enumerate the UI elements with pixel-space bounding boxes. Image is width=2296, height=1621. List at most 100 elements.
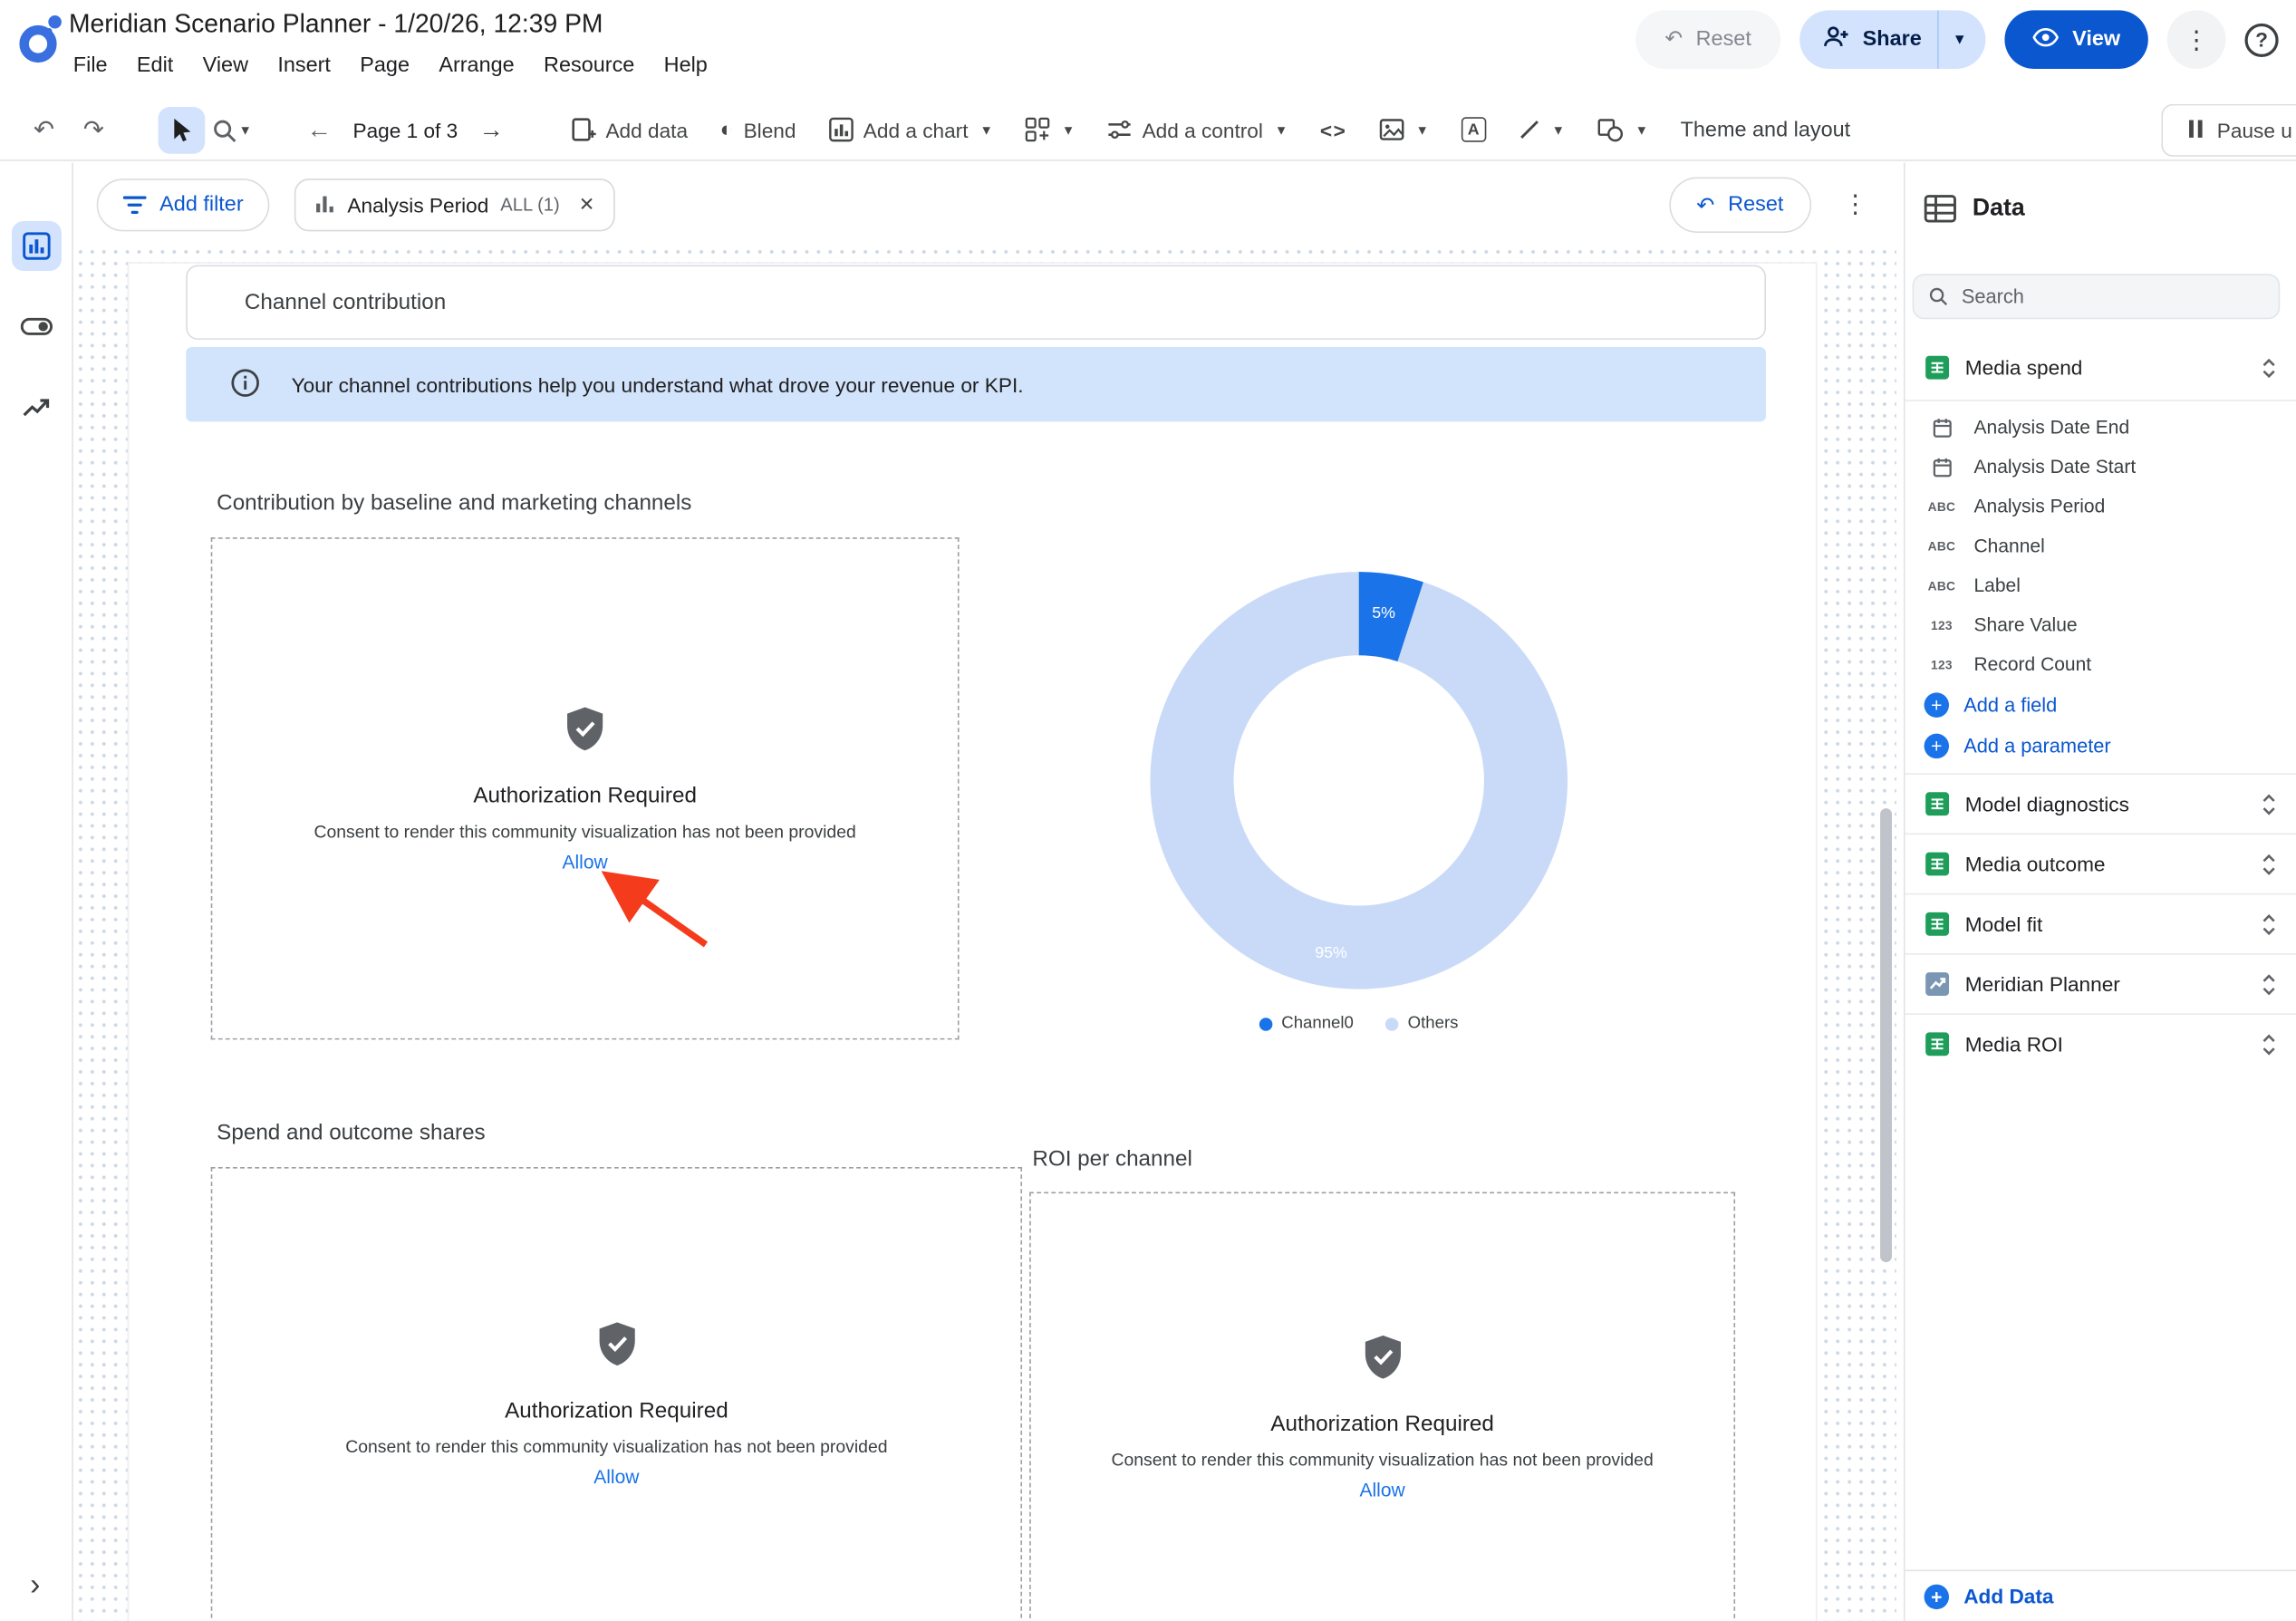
data-icon [1925, 195, 1957, 223]
menu-page[interactable]: Page [345, 48, 424, 83]
field-name: Channel [1974, 535, 2045, 556]
field-label[interactable]: ABC Label [1905, 565, 2296, 605]
insert-image-button[interactable]: ▼ [1365, 105, 1443, 155]
header-reset-button[interactable]: ↶ Reset [1635, 10, 1780, 69]
chevron-down-icon: ▼ [1275, 122, 1288, 137]
allow-link[interactable]: Allow [1359, 1478, 1404, 1500]
left-rail: › [0, 162, 73, 1621]
source-model-diagnostics[interactable]: Model diagnostics [1905, 773, 2296, 833]
add-community-widget-button[interactable]: ▼ [1010, 105, 1089, 155]
field-analysis-date-end[interactable]: Analysis Date End [1905, 407, 2296, 447]
field-record-count[interactable]: 123 Record Count [1905, 644, 2296, 684]
embed-code-button[interactable]: <> [1306, 105, 1362, 155]
app-header: Meridian Scenario Planner - 1/20/26, 12:… [0, 0, 2296, 100]
unfold-more-icon[interactable] [2261, 1033, 2277, 1055]
unfold-more-icon[interactable] [2261, 973, 2277, 995]
undo-button[interactable]: ↶ [21, 106, 68, 153]
donut-chart[interactable]: 5% 95% Channel0 Others [1139, 561, 1578, 1032]
add-chart-button[interactable]: Add a chart ▼ [814, 105, 1008, 155]
theme-layout-button[interactable]: Theme and layout [1665, 105, 1865, 155]
share-button[interactable]: Share ▼ [1799, 10, 1986, 69]
menu-arrange[interactable]: Arrange [424, 48, 529, 83]
add-field-button[interactable]: + Add a field [1905, 684, 2296, 725]
add-filter-button[interactable]: Add filter [97, 178, 270, 230]
insert-line-button[interactable]: ▼ [1503, 105, 1579, 155]
add-parameter-button[interactable]: + Add a parameter [1905, 725, 2296, 766]
menu-file[interactable]: File [59, 48, 122, 83]
add-control-button[interactable]: Add a control ▼ [1093, 105, 1303, 155]
next-page-button[interactable]: → [468, 106, 516, 153]
menu-help[interactable]: Help [649, 48, 722, 83]
menu-resource[interactable]: Resource [529, 48, 650, 83]
roi-visualization-placeholder[interactable]: Authorization Required Consent to render… [1029, 1192, 1735, 1621]
search-input[interactable] [1962, 285, 2264, 307]
zoom-tool-button[interactable]: ▼ [207, 106, 255, 153]
source-model-fit[interactable]: Model fit [1905, 893, 2296, 953]
spend-section-title: Spend and outcome shares [217, 1120, 486, 1144]
source-name: Model fit [1965, 912, 2043, 936]
filter-more-button[interactable]: ⋮ [1837, 189, 1875, 218]
rail-trend-button[interactable] [11, 382, 61, 432]
filter-reset-label: Reset [1728, 193, 1783, 217]
edit-toolbar: ↶ ↷ ▼ ← Page 1 of 3 → Add data ◐ Blend A… [0, 100, 2296, 161]
redo-button[interactable]: ↷ [71, 106, 118, 153]
channel-contribution-card[interactable]: Channel contribution [186, 265, 1766, 340]
primary-source-row[interactable]: Media spend [1905, 342, 2296, 394]
person-add-icon [1823, 24, 1849, 53]
analysis-period-filter-chip[interactable]: Analysis Period ALL (1) ✕ [294, 178, 615, 230]
report-title[interactable]: Meridian Scenario Planner - 1/20/26, 12:… [69, 9, 603, 40]
unfold-more-icon[interactable] [2261, 793, 2277, 815]
field-analysis-date-start[interactable]: Analysis Date Start [1905, 447, 2296, 487]
add-data-source-button[interactable]: + Add Data [1905, 1569, 2296, 1621]
view-button[interactable]: View [2005, 10, 2148, 69]
help-button[interactable]: ? [2244, 23, 2278, 56]
data-search-box[interactable] [1913, 274, 2281, 319]
donut-others-slice [1192, 613, 1526, 947]
filter-bar: Add filter Analysis Period ALL (1) ✕ ↶ R… [74, 162, 1896, 246]
header-actions: ↶ Reset Share ▼ View ⋮ ? [1635, 7, 2279, 72]
field-share-value[interactable]: 123 Share Value [1905, 604, 2296, 644]
select-tool-button[interactable] [159, 106, 206, 153]
primary-source-name: Media spend [1965, 356, 2083, 380]
menu-view[interactable]: View [188, 48, 263, 83]
filter-chip-meta: ALL (1) [500, 194, 560, 215]
legend-item-channel0[interactable]: Channel0 [1259, 1015, 1354, 1032]
source-meridian-planner[interactable]: Meridian Planner [1905, 953, 2296, 1013]
canvas-scrollbar[interactable] [1880, 808, 1892, 1262]
insert-shape-button[interactable]: ▼ [1582, 105, 1663, 155]
pause-updates-button[interactable]: Pause u [2161, 103, 2296, 156]
field-channel[interactable]: ABC Channel [1905, 526, 2296, 565]
unfold-more-icon[interactable] [2261, 853, 2277, 874]
data-source-list: Model diagnostics Media outcome Model fi… [1905, 773, 2296, 1073]
report-page: Channel contribution Your channel contri… [129, 264, 1816, 1621]
blend-button[interactable]: ◐ Blend [705, 105, 810, 155]
looker-studio-app: Meridian Scenario Planner - 1/20/26, 12:… [0, 0, 2296, 1621]
share-dropdown-button[interactable]: ▼ [1938, 10, 1986, 69]
rail-expand-button[interactable]: › [0, 1568, 71, 1604]
menu-edit[interactable]: Edit [122, 48, 188, 83]
data-panel: Data Media spend Analysis Date End Analy… [1904, 162, 2296, 1621]
menu-insert[interactable]: Insert [263, 48, 345, 83]
spend-visualization-placeholder[interactable]: Authorization Required Consent to render… [211, 1167, 1022, 1621]
source-media-roi[interactable]: Media ROI [1905, 1013, 2296, 1073]
filter-reset-button[interactable]: ↶ Reset [1669, 177, 1812, 232]
rail-controls-button[interactable] [11, 302, 61, 352]
add-circle-icon: + [1925, 733, 1949, 757]
report-canvas: Channel contribution Your channel contri… [74, 246, 1896, 1621]
add-circle-icon: + [1925, 692, 1949, 717]
rail-report-charts-button[interactable] [11, 221, 61, 271]
contribution-visualization-placeholder[interactable]: Authorization Required Consent to render… [211, 537, 960, 1039]
source-media-outcome[interactable]: Media outcome [1905, 834, 2296, 893]
page-indicator[interactable]: Page 1 of 3 [345, 118, 465, 141]
field-analysis-period[interactable]: ABC Analysis Period [1905, 487, 2296, 526]
allow-link[interactable]: Allow [593, 1466, 639, 1488]
legend-item-others[interactable]: Others [1385, 1015, 1458, 1032]
more-options-button[interactable]: ⋮ [2167, 10, 2226, 69]
prev-page-button[interactable]: ← [295, 106, 342, 153]
remove-filter-icon[interactable]: ✕ [579, 193, 595, 217]
field-list: Analysis Date End Analysis Date Start AB… [1905, 407, 2296, 766]
collapse-icon[interactable] [2261, 357, 2277, 379]
unfold-more-icon[interactable] [2261, 913, 2277, 935]
add-data-button[interactable]: Add data [556, 105, 703, 155]
insert-text-button[interactable]: A [1446, 105, 1500, 155]
